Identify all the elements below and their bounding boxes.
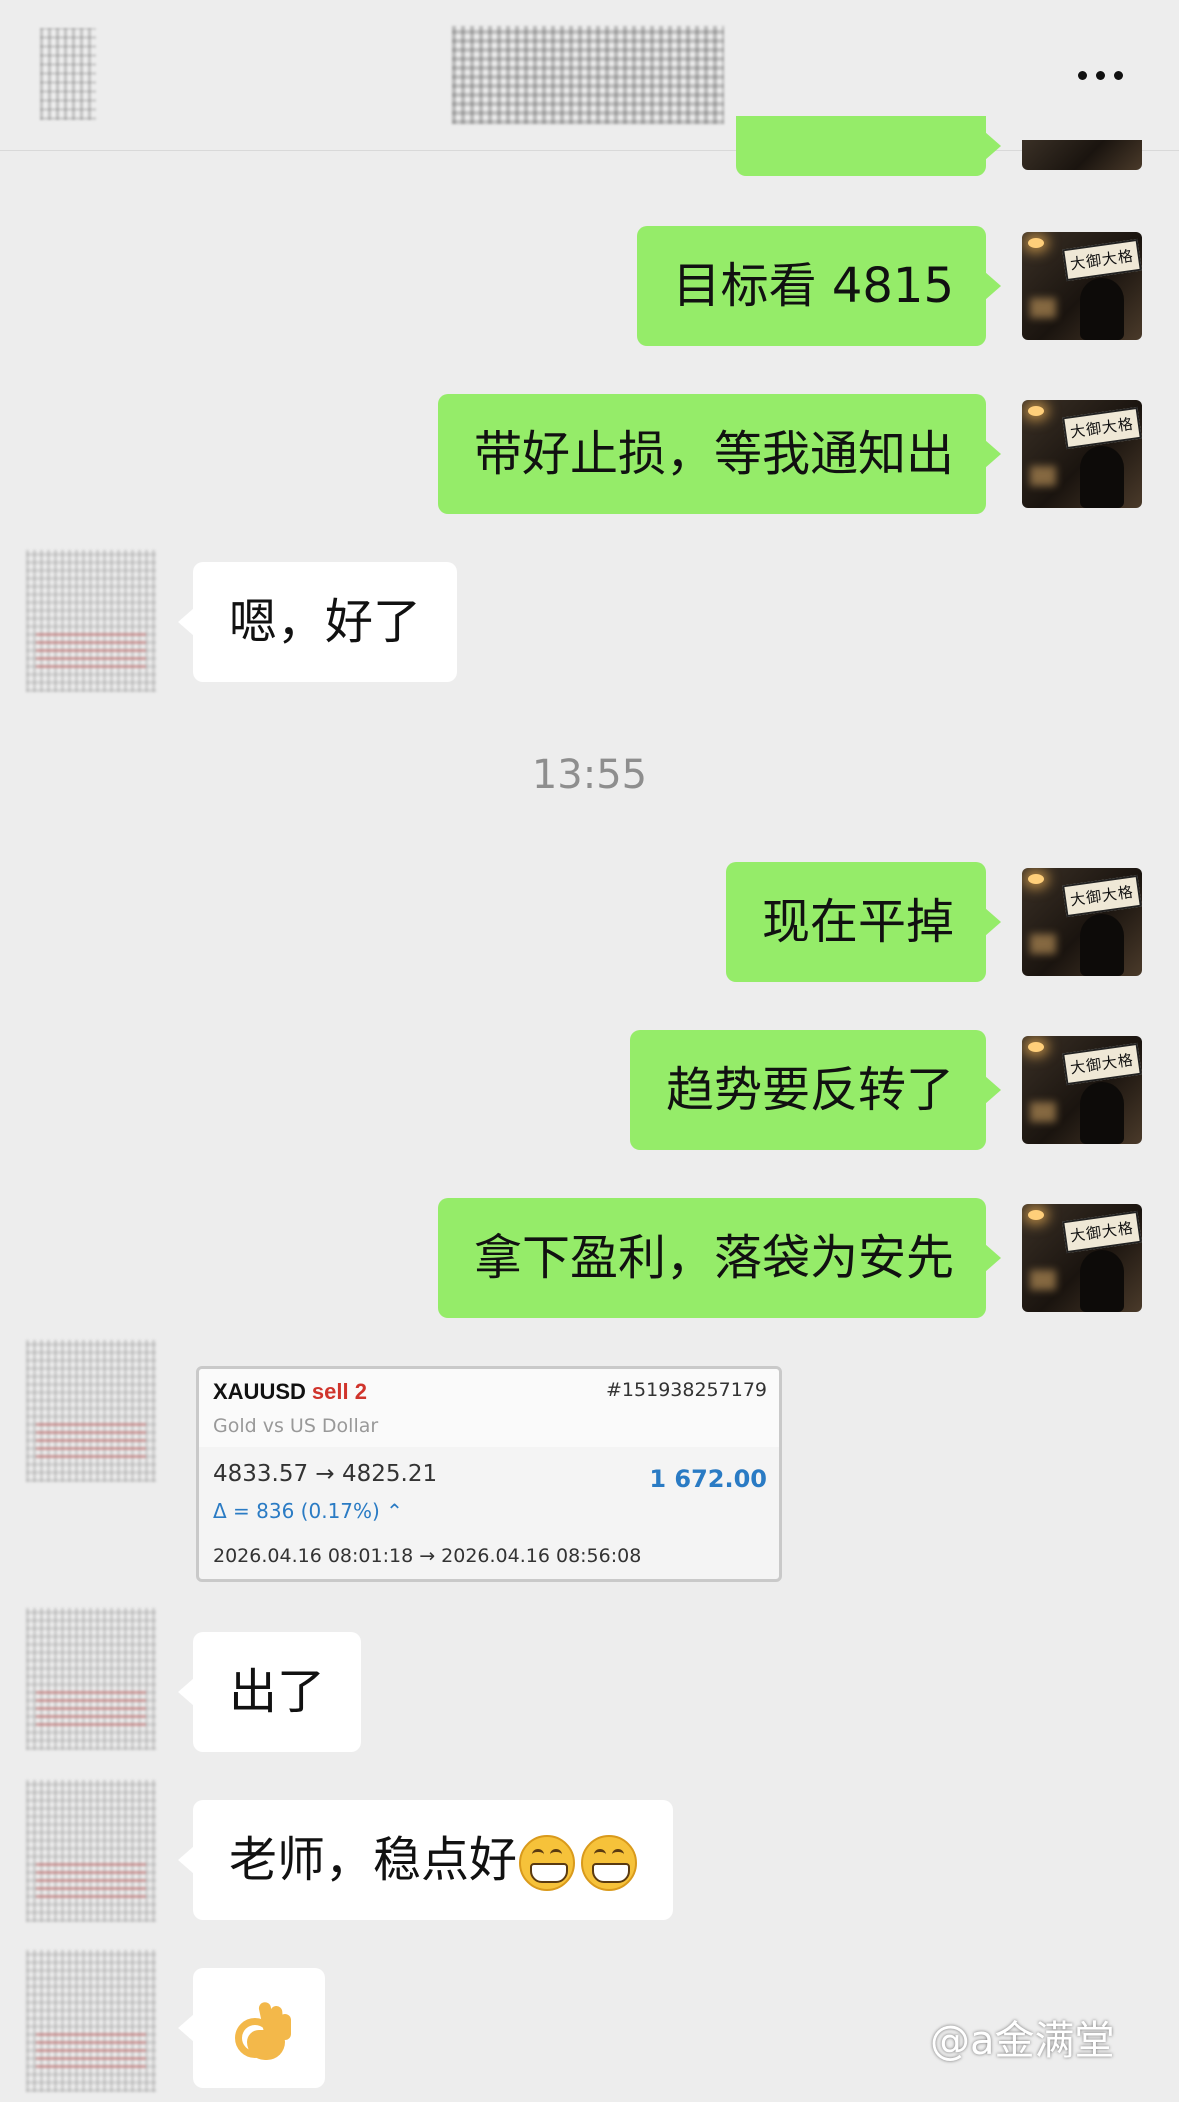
avatar-sign: 大御大格	[1062, 406, 1142, 450]
message-bubble[interactable]: 出了	[177, 1632, 362, 1752]
message-bubble[interactable]: 老师，稳点好	[177, 1800, 674, 1920]
trade-side: sell 2	[311, 1379, 367, 1404]
avatar-sign: 大御大格	[1062, 238, 1142, 282]
my-avatar[interactable]: 大御大格	[1022, 1204, 1142, 1312]
trade-delta: Δ = 836 (0.17%) ⌃	[213, 1499, 403, 1523]
watermark: @a金满堂	[930, 2018, 1115, 2064]
trade-symbol: XAUUSD sell 2	[213, 1379, 367, 1404]
message-bubble[interactable]: 目标看 4815	[636, 226, 1002, 346]
contact-avatar[interactable]	[26, 1950, 156, 2092]
contact-avatar[interactable]	[26, 1780, 156, 1922]
back-icon[interactable]	[40, 28, 96, 120]
my-avatar[interactable]: 大御大格	[1022, 232, 1142, 340]
my-avatar[interactable]	[1022, 140, 1142, 170]
message-bubble[interactable]	[178, 1968, 325, 2088]
message-bubble[interactable]: 趋势要反转了	[629, 1030, 1002, 1150]
my-avatar[interactable]: 大御大格	[1022, 1036, 1142, 1144]
message-bubble[interactable]: 拿下盈利，落袋为安先	[437, 1198, 1002, 1318]
grin-icon	[581, 1835, 638, 1891]
more-icon[interactable]	[1070, 60, 1130, 90]
trade-screenshot[interactable]: XAUUSD sell 2 #151938257179 Gold vs US Do…	[196, 1366, 782, 1582]
contact-avatar[interactable]	[26, 550, 156, 692]
trade-profit: 1 672.00	[649, 1465, 767, 1493]
timestamp: 13:55	[531, 752, 648, 798]
message-bubble[interactable]: 现在平掉	[725, 862, 1002, 982]
chat-title	[452, 26, 724, 124]
my-avatar[interactable]: 大御大格	[1022, 400, 1142, 508]
avatar-sign: 大御大格	[1062, 1042, 1142, 1086]
message-text: 老师，稳点好	[229, 1832, 518, 1888]
contact-avatar[interactable]	[26, 1608, 156, 1750]
my-avatar[interactable]: 大御大格	[1022, 868, 1142, 976]
trade-ticket: #151938257179	[606, 1379, 767, 1401]
trade-times: 2026.04.16 08:01:18 → 2026.04.16 08:56:0…	[213, 1545, 642, 1567]
trade-description: Gold vs US Dollar	[213, 1415, 379, 1437]
message-bubble-partial[interactable]	[736, 116, 1001, 176]
message-bubble[interactable]: 嗯，好了	[177, 562, 458, 682]
contact-avatar[interactable]	[26, 1340, 156, 1482]
avatar-sign: 大御大格	[1062, 1210, 1142, 1254]
grin-icon	[519, 1835, 576, 1891]
avatar-sign: 大御大格	[1062, 874, 1142, 918]
trade-prices: 4833.57 → 4825.21	[213, 1461, 438, 1487]
message-bubble[interactable]: 带好止损，等我通知出	[437, 394, 1002, 514]
ok-hand-icon	[229, 2000, 291, 2062]
chat-header	[0, 0, 1179, 151]
